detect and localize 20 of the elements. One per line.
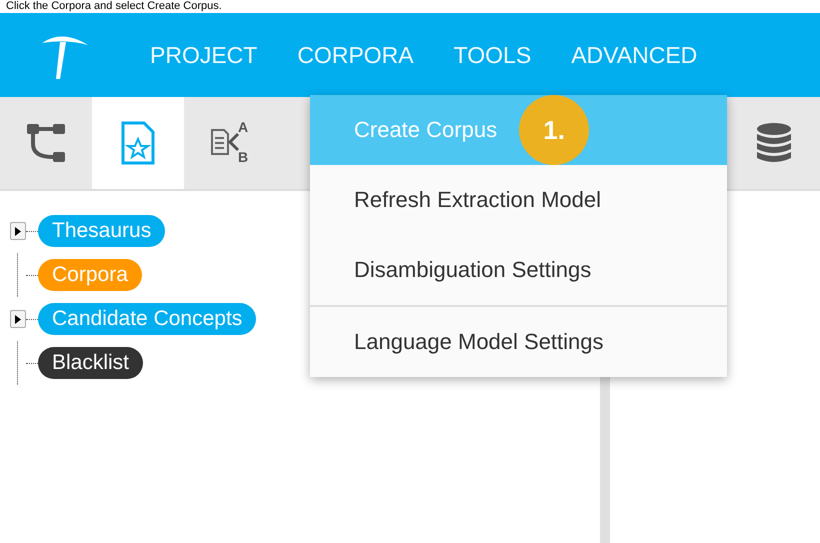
- expand-toggle[interactable]: [10, 222, 26, 240]
- tree-node-label[interactable]: Blacklist: [38, 347, 144, 379]
- instruction-caption: Click the Corpora and select Create Corpus.: [5, 0, 223, 13]
- document-star-icon: [120, 120, 156, 166]
- step-badge: 1.: [519, 95, 590, 165]
- toolbar-tab[interactable]: A B: [184, 97, 276, 189]
- nav-tab[interactable]: TOOLS: [454, 42, 532, 68]
- nav-tab[interactable]: PROJECT: [150, 42, 258, 68]
- triangle-icon: [15, 226, 21, 236]
- menu-item[interactable]: Refresh Extraction Model: [310, 165, 727, 235]
- nav-tab[interactable]: ADVANCED: [571, 42, 698, 68]
- tree-node-label[interactable]: Thesaurus: [38, 215, 166, 247]
- menu-item[interactable]: Create Corpus 1.: [310, 95, 727, 165]
- tree-node-label[interactable]: Corpora: [38, 259, 142, 291]
- triangle-icon: [15, 314, 21, 324]
- menu-item[interactable]: Disambiguation Settings: [310, 235, 727, 305]
- menu-item[interactable]: Language Model Settings: [310, 307, 727, 377]
- expand-toggle[interactable]: [10, 310, 26, 328]
- nav-tab[interactable]: CORPORA: [297, 42, 414, 68]
- tree-node-label[interactable]: Candidate Concepts: [38, 303, 256, 335]
